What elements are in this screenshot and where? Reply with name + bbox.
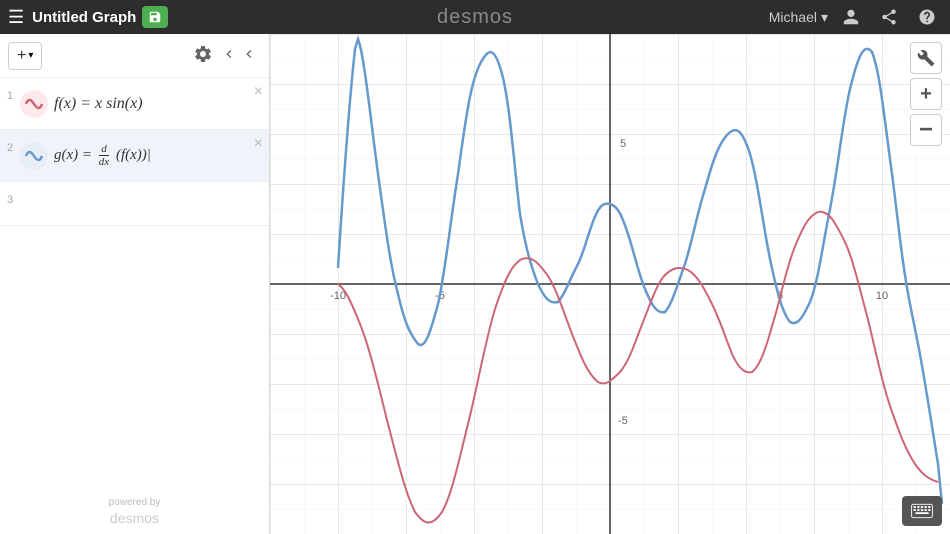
powered-by-section: powered by desmos [0,489,269,534]
expr-curve-icon-2 [24,146,44,166]
wrench-icon [917,49,935,67]
user-menu-button[interactable]: Michael ▾ [769,9,828,26]
delete-expr-2[interactable]: × [254,136,263,152]
zoom-in-label: + [920,83,932,106]
row-number-3: 3 [0,190,20,206]
add-expression-button[interactable]: + ▾ [8,42,42,70]
save-icon [148,10,162,24]
expr-formula-2[interactable]: g(x) = d dx (f(x))| [54,143,269,168]
user-chevron-icon: ▾ [821,9,828,26]
person-icon [842,8,860,26]
desmos-logo: desmos [437,6,513,29]
svg-text:5: 5 [620,138,626,150]
save-button[interactable] [142,6,168,28]
chevron-left-icon [221,46,237,62]
header-right: Michael ▾ [769,3,942,31]
powered-by-text: powered by [109,497,161,508]
add-plus-icon: + [17,47,26,65]
menu-icon[interactable]: ☰ [8,7,24,28]
add-chevron-icon: ▾ [28,50,33,61]
panel-toolbar: + ▾ [0,34,269,78]
expression-row-3[interactable]: 3 [0,182,269,226]
row-number-2: 2 [0,138,20,154]
expression-row-1[interactable]: 1 f(x) = x sin(x) × [0,78,269,130]
svg-text:-10: -10 [330,290,346,302]
graph-canvas: -10 -5 5 10 5 -5 [270,34,950,534]
powered-by-logo: desmos [8,510,261,526]
keyboard-icon [911,503,933,519]
settings-button[interactable] [189,40,217,71]
graph-area[interactable]: -10 -5 5 10 5 -5 + − [270,34,950,534]
share-icon [880,8,898,26]
svg-text:10: 10 [876,290,888,302]
expr-icon-2 [20,142,48,170]
graph-toolbar: + − [910,42,942,146]
chevron-left-icon2 [241,46,257,62]
account-icon-button[interactable] [836,3,866,31]
zoom-out-label: − [919,118,933,142]
header: ☰ Untitled Graph desmos Michael ▾ [0,0,950,34]
zoom-out-button[interactable]: − [910,114,942,146]
left-panel: + ▾ 1 [0,34,270,534]
row-number-1: 1 [0,86,20,102]
gear-icon [193,44,213,64]
main-layout: + ▾ 1 [0,34,950,534]
expr-curve-icon-1 [24,94,44,114]
help-icon [918,8,936,26]
svg-text:-5: -5 [618,415,628,427]
wrench-button[interactable] [910,42,942,74]
expr-formula-1[interactable]: f(x) = x sin(x) [54,95,269,113]
delete-expr-1[interactable]: × [254,84,263,100]
expr-icon-1 [20,90,48,118]
expression-row-2[interactable]: 2 g(x) = d dx (f(x))| × [0,130,269,182]
share-icon-button[interactable] [874,3,904,31]
collapse-panel-button[interactable] [217,42,261,69]
help-icon-button[interactable] [912,3,942,31]
page-title: Untitled Graph [32,9,136,26]
user-name: Michael [769,9,817,25]
zoom-in-button[interactable]: + [910,78,942,110]
keyboard-button[interactable] [902,496,942,526]
